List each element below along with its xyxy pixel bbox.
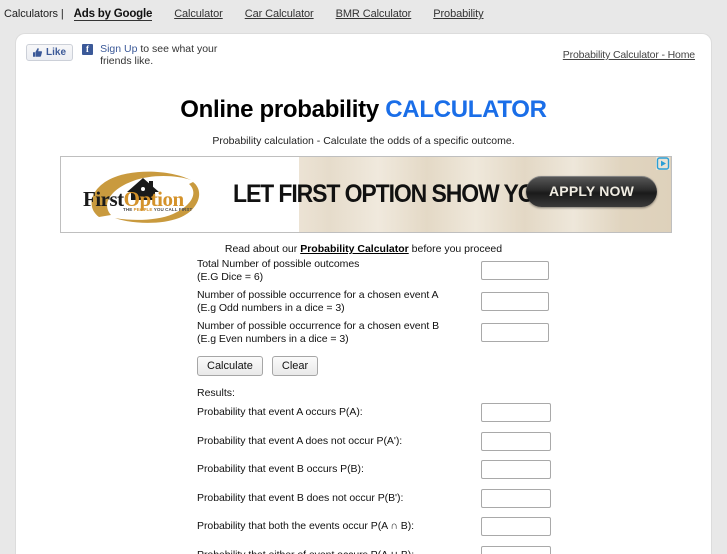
- tagline-part-a: THE: [123, 207, 134, 212]
- page-subtitle: Probability calculation - Calculate the …: [16, 135, 711, 147]
- adchoices-triangle-icon[interactable]: [656, 157, 670, 170]
- facebook-like-label: Like: [46, 47, 66, 58]
- calculate-button[interactable]: Calculate: [197, 356, 263, 376]
- read-about-after: before you proceed: [409, 243, 502, 255]
- logo-word-first: First: [83, 187, 124, 211]
- event-b-occurrences-input[interactable]: [481, 323, 549, 342]
- result-input-union[interactable]: [481, 546, 551, 554]
- page-container: Like f Sign Up to see what your friends …: [16, 34, 711, 554]
- result-input-intersection[interactable]: [481, 517, 551, 536]
- results-heading: Results:: [197, 387, 577, 399]
- calculators-label: Calculators |: [4, 8, 68, 20]
- result-row-pb: Probability that event B occurs P(B):: [197, 460, 577, 485]
- facebook-logo-icon: f: [82, 44, 93, 55]
- banner-advertisement[interactable]: FirstOption THE PEOPLE YOU CALL FIRST LE…: [60, 156, 672, 233]
- facebook-signup-text: Sign Up to see what your friends like.: [100, 43, 218, 67]
- result-row-pa-not: Probability that event A does not occur …: [197, 432, 577, 457]
- page-title: Online probability CALCULATOR: [16, 96, 711, 124]
- result-input-pa[interactable]: [481, 403, 551, 422]
- result-row-union: Probability that either of event occurs …: [197, 546, 577, 554]
- apply-now-button[interactable]: APPLY NOW: [526, 176, 657, 207]
- nav-link-calculator[interactable]: Calculator: [174, 8, 223, 20]
- nav-link-probability[interactable]: Probability: [433, 8, 483, 20]
- calculator-form: Total Number of possible outcomes (E.G D…: [197, 258, 577, 554]
- first-option-logo: FirstOption THE PEOPLE YOU CALL FIRST: [81, 166, 213, 224]
- clear-button[interactable]: Clear: [272, 356, 318, 376]
- total-outcomes-input[interactable]: [481, 261, 549, 280]
- field-event-a-occurrences: Number of possible occurrence for a chos…: [197, 289, 577, 317]
- result-input-pb[interactable]: [481, 460, 551, 479]
- nav-link-bmr-calculator[interactable]: BMR Calculator: [336, 8, 412, 20]
- thumbs-up-icon: [32, 47, 43, 58]
- field-event-b-title: Number of possible occurrence for a chos…: [197, 320, 439, 332]
- facebook-social-bar: Like f Sign Up to see what your friends …: [16, 34, 711, 68]
- read-about-line: Read about our Probability Calculator be…: [16, 243, 711, 255]
- top-ad-nav-bar: Calculators | Ads by Google Calculator C…: [0, 0, 727, 28]
- nav-link-car-calculator[interactable]: Car Calculator: [245, 8, 314, 20]
- tagline-part-c: YOU CALL: [153, 207, 179, 212]
- probability-calculator-home-link[interactable]: Probability Calculator - Home: [563, 49, 695, 61]
- tagline-part-b: PEOPLE: [134, 207, 153, 212]
- read-about-before: Read about our: [225, 243, 300, 255]
- page-title-plain: Online probability: [180, 96, 385, 123]
- result-row-pa: Probability that event A occurs P(A):: [197, 403, 577, 428]
- field-total-outcomes: Total Number of possible outcomes (E.G D…: [197, 258, 577, 286]
- ads-by-google-label: Ads by Google: [74, 8, 153, 21]
- result-input-pa-not[interactable]: [481, 432, 551, 451]
- page-title-accent: CALCULATOR: [385, 96, 546, 123]
- facebook-signup-link[interactable]: Sign Up: [100, 43, 137, 55]
- form-button-row: Calculate Clear: [197, 356, 577, 376]
- field-event-b-occurrences: Number of possible occurrence for a chos…: [197, 320, 577, 348]
- field-event-a-title: Number of possible occurrence for a chos…: [197, 289, 438, 301]
- result-input-pb-not[interactable]: [481, 489, 551, 508]
- tagline-part-d: FIRST: [179, 207, 193, 212]
- facebook-signup-group: f Sign Up to see what your friends like.: [82, 44, 218, 67]
- result-row-intersection: Probability that both the events occur P…: [197, 517, 577, 542]
- field-total-outcomes-title: Total Number of possible outcomes: [197, 258, 359, 270]
- result-row-pb-not: Probability that event B does not occur …: [197, 489, 577, 514]
- facebook-like-button[interactable]: Like: [26, 44, 73, 61]
- event-a-occurrences-input[interactable]: [481, 292, 549, 311]
- probability-calculator-article-link[interactable]: Probability Calculator: [300, 243, 409, 255]
- logo-tagline: THE PEOPLE YOU CALL FIRST: [123, 207, 192, 212]
